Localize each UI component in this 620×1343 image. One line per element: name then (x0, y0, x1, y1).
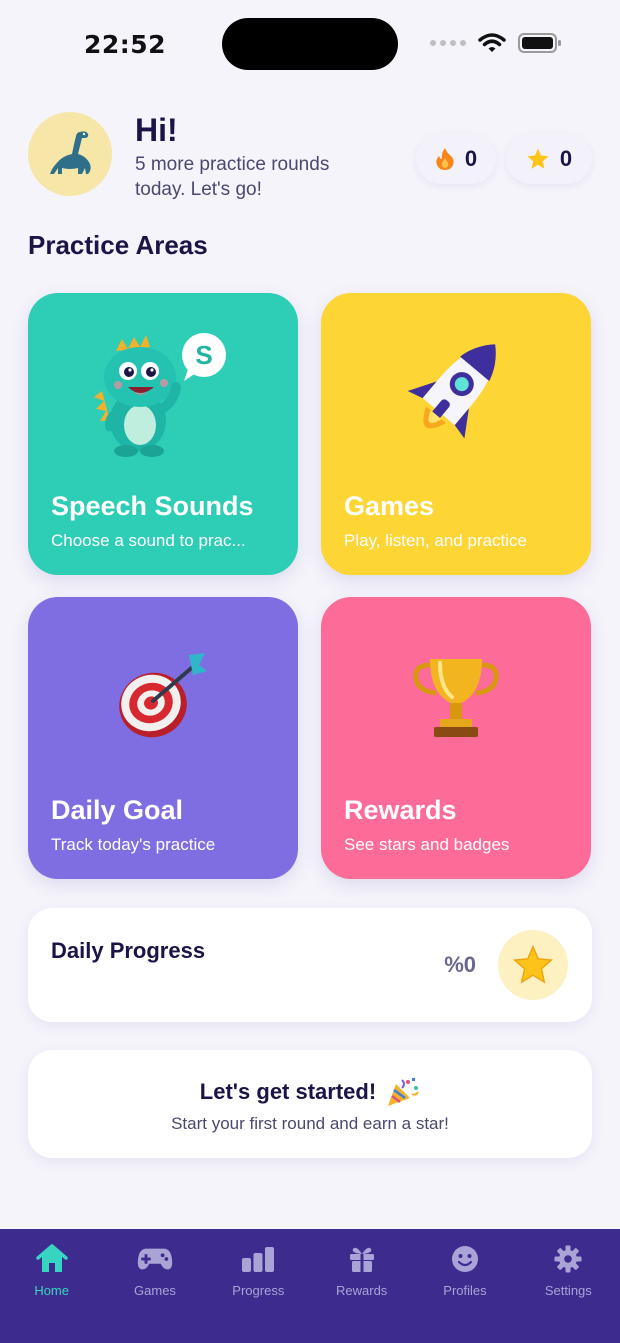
card-title: Games (344, 491, 435, 521)
speech-bubble-letter: S (195, 340, 212, 370)
wifi-icon (478, 33, 506, 52)
battery-icon (518, 33, 561, 53)
card-title: Daily Goal (51, 795, 184, 825)
tab-label: Settings (544, 1283, 592, 1298)
bar-chart-icon (242, 1247, 275, 1272)
status-icons (430, 32, 562, 54)
card-speech-sounds[interactable]: S Speech Sounds Choose a sound to prac..… (28, 293, 298, 575)
card-subtitle: See stars and badges (344, 835, 510, 854)
card-rewards[interactable]: Rewards See stars and badges (321, 597, 591, 879)
card-daily-goal[interactable]: Daily Goal Track today's practice (28, 597, 298, 879)
tab-label: Rewards (336, 1283, 388, 1298)
fire-icon (436, 148, 454, 170)
streak-pill[interactable]: 0 (416, 134, 496, 184)
dino-mascot-icon: S (94, 333, 226, 457)
avatar[interactable] (28, 112, 112, 196)
greeting-title: Hi! (135, 112, 178, 148)
tab-label: Profiles (443, 1283, 487, 1298)
tab-bar: Home Games Progress Rewards Profiles Set… (0, 1229, 620, 1343)
get-started-title: Let's get started! (199, 1079, 377, 1104)
dinosaur-icon (50, 131, 91, 174)
smiley-icon (451, 1246, 478, 1272)
target-icon (119, 653, 207, 738)
streak-count: 0 (464, 146, 478, 171)
gear-icon (554, 1245, 582, 1273)
stars-count: 0 (559, 146, 573, 171)
card-subtitle: Choose a sound to prac... (51, 531, 246, 550)
tab-home[interactable]: Home (0, 1229, 103, 1343)
star-icon (512, 944, 554, 984)
tab-profiles[interactable]: Profiles (413, 1229, 516, 1343)
card-games[interactable]: Games Play, listen, and practice (321, 293, 591, 575)
stars-pill[interactable]: 0 (506, 134, 592, 184)
daily-progress-card[interactable]: Daily Progress %0 (28, 908, 592, 1022)
tab-rewards[interactable]: Rewards (310, 1229, 413, 1343)
greeting-subtitle: 5 more practice rounds today. Let's go! (135, 154, 330, 200)
tab-label: Home (34, 1283, 69, 1298)
tab-progress[interactable]: Progress (207, 1229, 310, 1343)
section-title: Practice Areas (28, 230, 208, 260)
card-title: Speech Sounds (51, 491, 254, 521)
greeting: Hi! 5 more practice rounds today. Let's … (135, 112, 375, 202)
daily-progress-title: Daily Progress (51, 938, 206, 963)
progress-star-badge (498, 930, 568, 1000)
daily-progress-percent: %0 (444, 952, 476, 977)
rocket-icon (407, 344, 496, 439)
get-started-card[interactable]: Let's get started! Start your first roun… (28, 1050, 592, 1158)
card-title: Rewards (344, 795, 457, 825)
gamepad-icon (137, 1248, 173, 1270)
tab-label: Games (134, 1283, 176, 1298)
signal-icon (430, 40, 466, 46)
trophy-icon (413, 659, 499, 737)
tab-label: Progress (232, 1283, 285, 1298)
get-started-subtitle: Start your first round and earn a star! (171, 1114, 449, 1133)
card-subtitle: Track today's practice (51, 835, 216, 854)
header: Hi! 5 more practice rounds today. Let's … (28, 112, 598, 212)
tab-settings[interactable]: Settings (517, 1229, 620, 1343)
star-icon (527, 148, 549, 169)
home-icon (35, 1244, 68, 1272)
gift-icon (349, 1247, 374, 1272)
dynamic-island (222, 18, 398, 70)
party-popper-icon (388, 1078, 420, 1106)
card-subtitle: Play, listen, and practice (344, 531, 527, 550)
status-time: 22:52 (84, 30, 167, 59)
status-bar: 22:52 (0, 0, 620, 90)
tab-games[interactable]: Games (103, 1229, 206, 1343)
